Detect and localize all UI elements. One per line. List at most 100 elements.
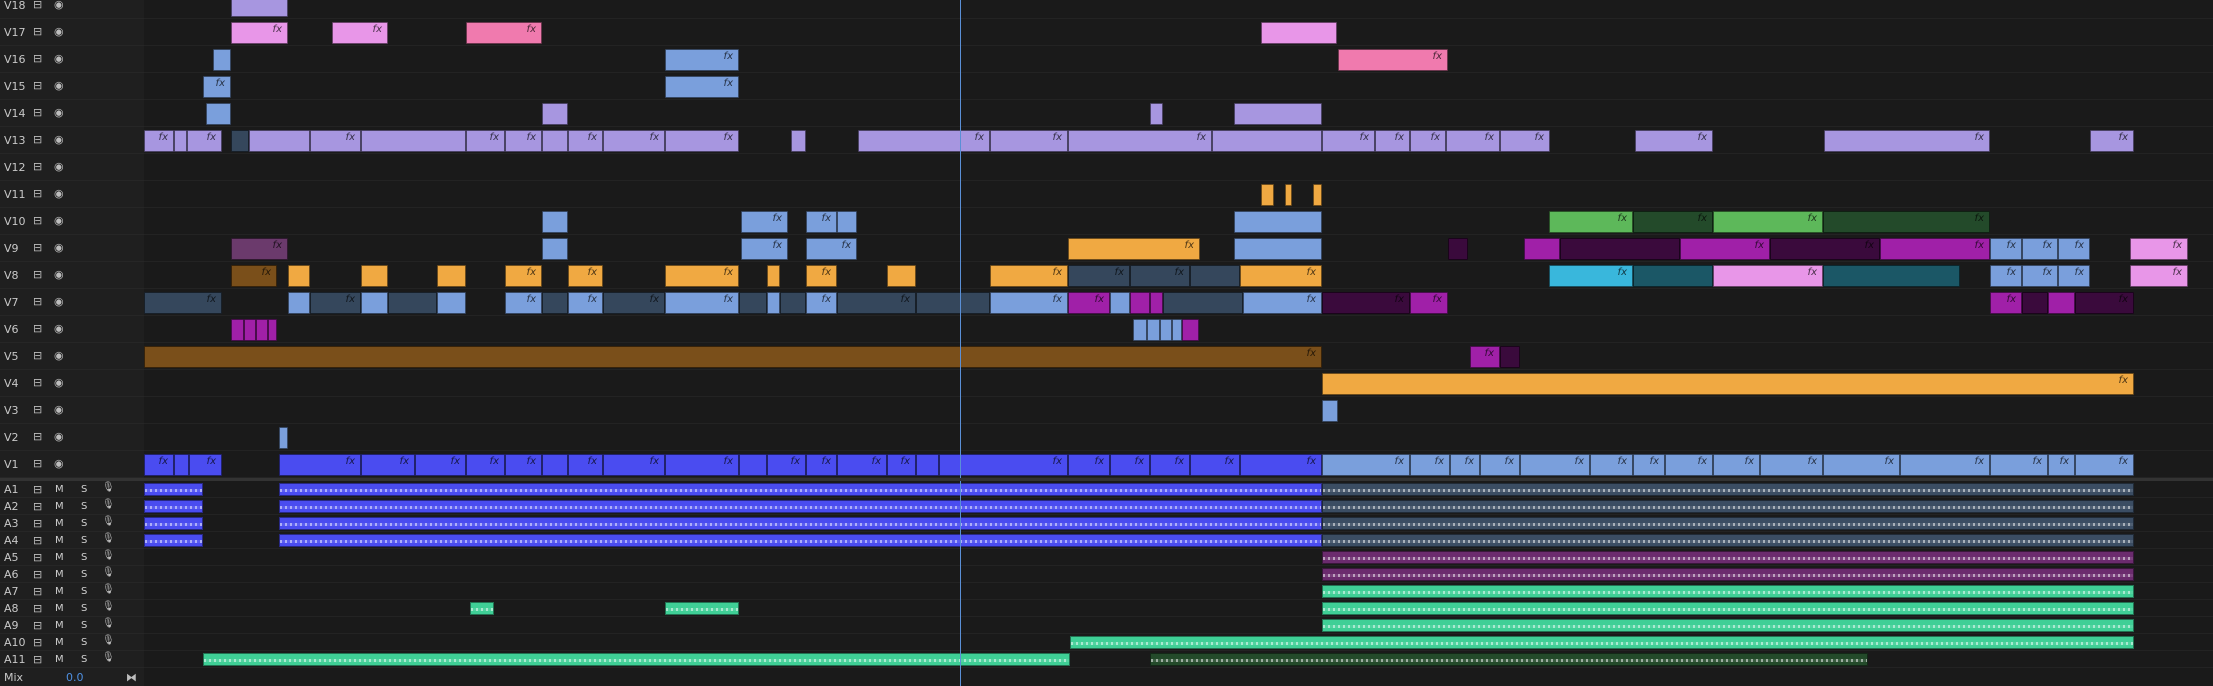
video-clip[interactable] bbox=[1261, 22, 1337, 44]
video-clip[interactable] bbox=[1163, 292, 1243, 314]
solo-button[interactable]: S bbox=[81, 552, 87, 563]
video-clip[interactable]: fx bbox=[2058, 238, 2090, 260]
sync-lock-icon[interactable]: ⊟ bbox=[33, 376, 42, 389]
video-clip[interactable]: fx bbox=[187, 130, 222, 152]
sync-lock-icon[interactable]: ⊟ bbox=[33, 52, 42, 65]
eye-icon[interactable]: ◉ bbox=[54, 430, 64, 443]
sync-lock-icon[interactable]: ⊟ bbox=[33, 133, 42, 146]
audio-clip[interactable] bbox=[279, 534, 1322, 547]
video-clip[interactable] bbox=[174, 454, 189, 476]
playhead[interactable] bbox=[960, 0, 961, 686]
video-clip[interactable] bbox=[2022, 292, 2048, 314]
video-clip[interactable] bbox=[268, 319, 277, 341]
video-clip[interactable] bbox=[437, 265, 466, 287]
video-clip[interactable]: fx bbox=[806, 454, 837, 476]
video-clip[interactable] bbox=[361, 292, 388, 314]
audio-clip[interactable] bbox=[144, 534, 203, 547]
video-clip[interactable]: fx bbox=[2075, 292, 2134, 314]
sync-lock-icon[interactable]: ⊟ bbox=[33, 430, 42, 443]
mute-button[interactable]: M bbox=[55, 518, 64, 529]
video-clip[interactable] bbox=[542, 103, 568, 125]
video-clip[interactable] bbox=[1500, 346, 1520, 368]
audio-clip[interactable] bbox=[1322, 551, 2134, 564]
video-clip[interactable]: fx bbox=[505, 292, 542, 314]
video-clip[interactable] bbox=[231, 130, 249, 152]
video-clip[interactable]: fx bbox=[665, 49, 739, 71]
video-clip[interactable]: fx bbox=[1130, 265, 1190, 287]
microphone-icon[interactable]: 🎙 bbox=[102, 482, 115, 493]
sync-lock-icon[interactable]: ⊟ bbox=[33, 534, 42, 547]
microphone-icon[interactable]: 🎙 bbox=[102, 516, 115, 527]
video-clip[interactable]: fx bbox=[741, 238, 788, 260]
sync-lock-icon[interactable]: ⊟ bbox=[33, 457, 42, 470]
sync-lock-icon[interactable]: ⊟ bbox=[33, 322, 42, 335]
video-clip[interactable]: fx bbox=[231, 265, 277, 287]
video-clip[interactable] bbox=[388, 292, 437, 314]
video-clip[interactable]: fx bbox=[665, 292, 739, 314]
video-clip[interactable]: fx bbox=[1880, 238, 1990, 260]
video-clip[interactable]: fx bbox=[1633, 211, 1713, 233]
video-clip[interactable]: fx bbox=[2130, 238, 2188, 260]
video-clip[interactable]: fx bbox=[767, 454, 806, 476]
audio-clip[interactable] bbox=[1070, 636, 2134, 649]
video-clip[interactable]: fx bbox=[1068, 265, 1130, 287]
timeline-area[interactable]: fx fx fx fx fx fx fx fx fx fx fx fx fx fx fx fx fx fx fx fx… bbox=[144, 0, 2213, 686]
eye-icon[interactable]: ◉ bbox=[54, 349, 64, 362]
audio-clip[interactable] bbox=[279, 517, 1322, 530]
video-clip[interactable]: fx bbox=[1823, 454, 1900, 476]
mix-toggle-icon[interactable]: ⧓ bbox=[126, 671, 137, 684]
video-clip[interactable]: fx bbox=[1322, 373, 2134, 395]
video-clip[interactable]: fx bbox=[939, 454, 1068, 476]
video-clip[interactable]: fx bbox=[1823, 211, 1990, 233]
video-clip[interactable]: fx bbox=[1990, 265, 2022, 287]
video-clip[interactable]: fx bbox=[1322, 454, 1410, 476]
sync-lock-icon[interactable]: ⊟ bbox=[33, 500, 42, 513]
video-clip[interactable] bbox=[1150, 103, 1163, 125]
sync-lock-icon[interactable]: ⊟ bbox=[33, 568, 42, 581]
solo-button[interactable]: S bbox=[81, 586, 87, 597]
sync-lock-icon[interactable]: ⊟ bbox=[33, 268, 42, 281]
sync-lock-icon[interactable]: ⊟ bbox=[33, 187, 42, 200]
sync-lock-icon[interactable]: ⊟ bbox=[33, 403, 42, 416]
video-clip[interactable] bbox=[1172, 319, 1182, 341]
video-clip[interactable] bbox=[213, 49, 231, 71]
video-clip[interactable] bbox=[288, 292, 310, 314]
video-clip[interactable]: fx bbox=[568, 454, 603, 476]
eye-icon[interactable]: ◉ bbox=[54, 322, 64, 335]
video-clip[interactable]: fx bbox=[990, 265, 1068, 287]
video-clip[interactable]: fx bbox=[505, 265, 542, 287]
video-clip[interactable] bbox=[361, 265, 388, 287]
audio-clip[interactable] bbox=[1322, 534, 2134, 547]
sync-lock-icon[interactable]: ⊟ bbox=[33, 214, 42, 227]
audio-clip[interactable] bbox=[665, 602, 739, 615]
video-clip[interactable]: fx bbox=[568, 292, 603, 314]
video-clip[interactable] bbox=[542, 211, 568, 233]
video-clip[interactable] bbox=[791, 130, 806, 152]
video-clip[interactable]: fx bbox=[279, 454, 361, 476]
video-clip[interactable]: fx bbox=[1990, 292, 2022, 314]
video-clip[interactable]: fx bbox=[1410, 454, 1450, 476]
eye-icon[interactable]: ◉ bbox=[54, 268, 64, 281]
solo-button[interactable]: S bbox=[81, 501, 87, 512]
video-clip[interactable]: fx bbox=[1480, 454, 1520, 476]
mute-button[interactable]: M bbox=[55, 637, 64, 648]
audio-clip[interactable] bbox=[144, 517, 203, 530]
sync-lock-icon[interactable]: ⊟ bbox=[33, 160, 42, 173]
video-clip[interactable] bbox=[1150, 292, 1163, 314]
video-clip[interactable]: fx bbox=[144, 454, 174, 476]
video-clip[interactable] bbox=[206, 103, 231, 125]
video-clip[interactable] bbox=[231, 0, 288, 17]
mute-button[interactable]: M bbox=[55, 535, 64, 546]
solo-button[interactable]: S bbox=[81, 654, 87, 665]
video-clip[interactable] bbox=[279, 427, 288, 449]
video-clip[interactable]: fx bbox=[144, 346, 1322, 368]
video-clip[interactable] bbox=[174, 130, 187, 152]
microphone-icon[interactable]: 🎙 bbox=[102, 635, 115, 646]
video-clip[interactable]: fx bbox=[990, 292, 1068, 314]
video-clip[interactable]: fx bbox=[603, 454, 665, 476]
eye-icon[interactable]: ◉ bbox=[54, 25, 64, 38]
eye-icon[interactable]: ◉ bbox=[54, 457, 64, 470]
video-clip[interactable]: fx bbox=[1713, 454, 1760, 476]
video-clip[interactable]: fx bbox=[1240, 454, 1322, 476]
audio-clip[interactable] bbox=[279, 500, 1322, 513]
